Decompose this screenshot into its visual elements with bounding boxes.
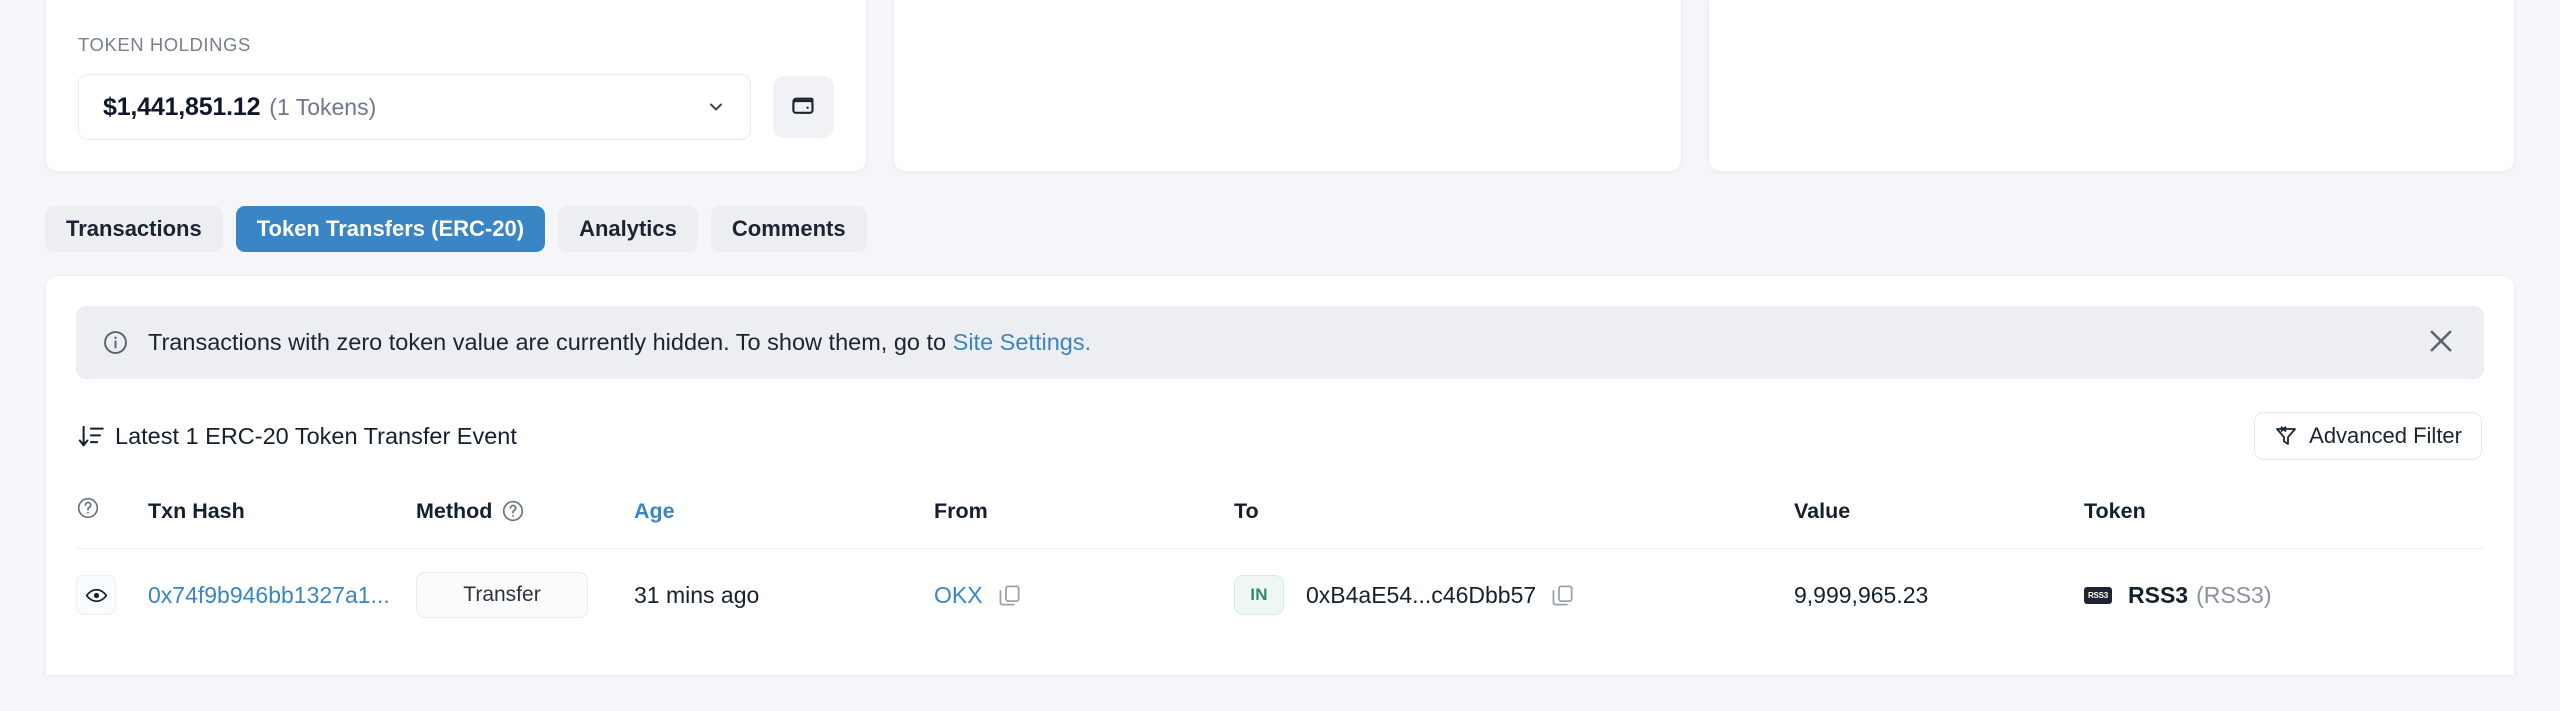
transfer-count-text: Latest 1 ERC-20 Token Transfer Event [115,422,517,449]
token-name[interactable]: RSS3 [2128,582,2188,608]
column-header-age[interactable]: Age [634,482,934,549]
summary-card-strip: TOKEN HOLDINGS $1,441,851.12 (1 Tokens) [45,0,2515,172]
cell-age: 31 mins ago [634,548,934,641]
table-header-row: Txn Hash Method Age From To Value Token [76,482,2484,549]
funnel-icon [2274,424,2298,448]
chevron-down-icon [706,97,726,117]
tab-bar: Transactions Token Transfers (ERC-20) An… [45,206,2515,252]
cell-token: RSS3 RSS3 (RSS3) [2084,548,2484,641]
method-badge: Transfer [416,572,588,618]
preview-toggle-button[interactable] [76,575,116,615]
token-holdings-dropdown[interactable]: $1,441,851.12 (1 Tokens) [78,74,751,140]
banner-message-text: Transactions with zero token value are c… [148,329,953,355]
site-settings-link[interactable]: Site Settings. [953,329,1091,355]
token-holdings-token-count: (1 Tokens) [269,93,377,120]
cell-method: Transfer [416,548,634,641]
token-transfers-panel: Transactions with zero token value are c… [45,275,2515,675]
to-address[interactable]: 0xB4aE54...c46Dbb57 [1306,582,1536,609]
copy-icon[interactable] [1550,583,1575,608]
tab-transactions[interactable]: Transactions [45,206,223,252]
table-head: Txn Hash Method Age From To Value Token [76,482,2484,549]
column-header-to: To [1234,498,1259,523]
question-circle-icon[interactable] [76,497,100,525]
eye-icon [85,584,108,607]
wallet-button[interactable] [772,76,834,138]
cell-preview [76,548,148,641]
token-holdings-card: TOKEN HOLDINGS $1,441,851.12 (1 Tokens) [45,0,867,172]
column-header-value: Value [1794,498,1851,523]
tab-analytics[interactable]: Analytics [558,206,698,252]
column-header-preview [76,482,148,549]
token-holdings-row: $1,441,851.12 (1 Tokens) [78,74,834,140]
token-holdings-value: $1,441,851.12 [103,92,261,121]
token-symbol: (RSS3) [2196,581,2272,608]
column-header-token: Token [2084,498,2146,523]
advanced-filter-label: Advanced Filter [2309,423,2462,448]
column-header-method-label: Method [416,498,493,523]
tab-token-transfers-erc20[interactable]: Token Transfers (ERC-20) [235,206,546,252]
table-body: 0x74f9b946bb1327a1... Transfer 31 mins a… [76,548,2484,641]
token-transfers-table: Txn Hash Method Age From To Value Token … [76,482,2484,641]
question-circle-icon[interactable] [501,499,525,523]
cell-value: 9,999,965.23 [1794,548,2084,641]
column-header-from: From [934,498,988,523]
close-icon [2424,324,2458,361]
banner-message: Transactions with zero token value are c… [148,329,1091,356]
cell-to: IN 0xB4aE54...c46Dbb57 [1234,548,1794,641]
direction-badge-in: IN [1234,575,1284,615]
sort-descending-icon [78,423,105,450]
wallet-icon [790,92,817,122]
column-header-method: Method [416,482,634,549]
info-circle-icon [102,329,129,356]
token-logo-icon: RSS3 [2084,586,2112,604]
txn-hash-link[interactable]: 0x74f9b946bb1327a1... [148,582,390,608]
from-address-link[interactable]: OKX [934,582,983,609]
secondary-card [893,0,1683,172]
tab-comments[interactable]: Comments [710,206,867,252]
banner-close-button[interactable] [2424,326,2458,360]
transfer-summary-row: Latest 1 ERC-20 Token Transfer Event Adv… [76,412,2484,460]
tertiary-card [1708,0,2515,172]
cell-from: OKX [934,548,1234,641]
table-row: 0x74f9b946bb1327a1... Transfer 31 mins a… [76,548,2484,641]
column-header-txn-hash: Txn Hash [148,498,245,523]
copy-icon[interactable] [997,583,1022,608]
advanced-filter-button[interactable]: Advanced Filter [2254,412,2482,460]
zero-value-notice-banner: Transactions with zero token value are c… [76,306,2484,379]
cell-txn-hash: 0x74f9b946bb1327a1... [148,548,416,641]
account-page: TOKEN HOLDINGS $1,441,851.12 (1 Tokens) [0,0,2560,711]
token-holdings-label: TOKEN HOLDINGS [78,34,251,55]
